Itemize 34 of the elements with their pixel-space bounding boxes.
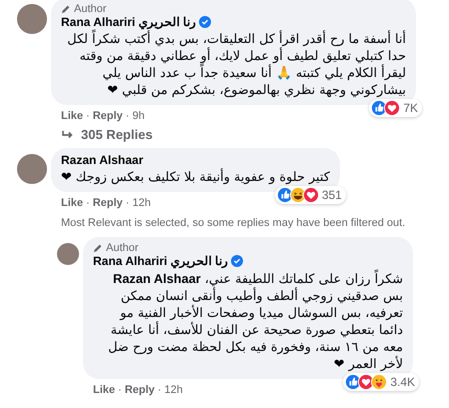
like-link[interactable]: Like [93,384,116,396]
avatar[interactable] [17,154,47,184]
pencil-icon [61,4,71,14]
comment-text: كتير حلوة و عفوية وأنيقة بلا تكليف بعكس زوجك ❤ [61,169,330,186]
reply-link[interactable]: Reply [92,197,123,209]
commenter-name[interactable]: Rana Alhariri رنا الحريري [61,15,196,29]
like-link[interactable]: Like [61,110,84,122]
separator-dot: · [158,384,162,396]
separator-dot: · [126,110,130,122]
hugging-face-icon [371,374,388,390]
separator-dot: · [126,197,130,209]
author-label: Author [74,3,106,15]
pencil-icon [93,243,103,253]
reply-link[interactable]: Reply [92,110,123,122]
author-label: Author [106,242,138,254]
commenter-name[interactable]: Rana Alhariri رنا الحريري [93,254,228,268]
reply-link[interactable]: Reply [124,384,155,396]
commenter-name[interactable]: Razan Alshaar [61,153,144,167]
separator-dot: · [118,384,122,396]
reactions-summary[interactable]: 3.4K [343,373,419,391]
comment-text: أنا أسفة ما رح أقدر اقرأ كل التعليقات، بس بدي أكتب شكراً لكل حدا كتبلي تعليق لطيف أو عمل لايك، أو عطاني دقيقة من وقته ليقرأ الكلام يلي كتبته 🙏 أنا سعيدة جداً ب عدد الناس يلي بيشاركوني وجهة نظري بهالموضوع، بشكركم من قلبي ❤ [61,31,406,99]
reactions-summary[interactable]: 7K [369,99,422,117]
reactions-summary[interactable]: 351 [274,186,346,204]
avatar[interactable] [17,4,47,34]
like-link[interactable]: Like [61,197,84,209]
timestamp: 12h [132,197,151,209]
separator-dot: · [86,110,90,122]
timestamp: 9h [132,110,145,122]
timestamp: 12h [164,384,183,396]
filter-notice: Most Relevant is selected, so some replies may have been filtered out. [60,216,406,231]
avatar[interactable] [57,243,79,265]
separator-dot: · [86,197,90,209]
view-replies-link[interactable]: 305 Replies [51,122,449,148]
reply-arrow-icon [61,130,75,140]
